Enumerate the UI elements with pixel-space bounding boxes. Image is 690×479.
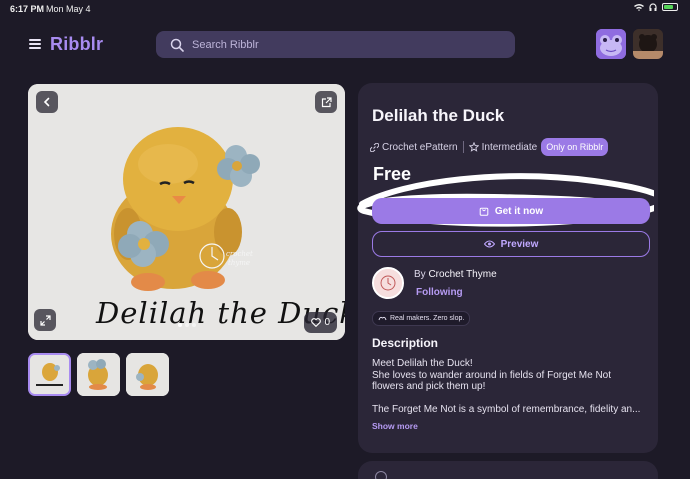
exclusive-badge: Only on Ribblr [541,138,609,156]
back-button[interactable] [36,91,58,113]
status-date: Mon May 4 [46,4,91,14]
status-icons [634,3,678,11]
description-heading: Description [372,336,439,350]
product-meta: Crochet ePattern Intermediate Only on Ri… [370,138,609,156]
status-bar: 6:17 PM Mon May 4 [0,0,690,18]
carousel-dot[interactable] [192,323,196,327]
product-image[interactable]: crochet thyme Delilah the Duck 0 [28,84,345,340]
menu-icon[interactable] [29,39,41,49]
headphones-icon [649,3,657,11]
by-prefix: By [414,269,426,280]
battery-icon [662,3,678,11]
search-icon [170,38,184,52]
external-link-icon [321,96,332,107]
link-icon [370,142,379,152]
heart-icon [311,318,322,327]
description-line: The Forget Me Not is a symbol of remembr… [372,403,641,415]
wifi-icon [634,4,644,11]
eye-icon [483,240,495,248]
preview-label: Preview [500,238,539,250]
difficulty-label: Intermediate [481,141,538,153]
tagline-badge: Real makers. Zero slop. [372,311,471,326]
expand-icon [39,314,51,326]
svg-text:crochet: crochet [226,250,253,258]
ribblr-logo[interactable]: Ribblr [50,34,103,55]
hands-icon [378,316,387,321]
notification-avatar[interactable] [596,29,626,59]
thumbnail-image [126,353,169,396]
tagline-text: Real makers. Zero slop. [390,315,465,322]
get-it-now-button[interactable]: Get it now [372,198,650,224]
difficulty-level: Intermediate [468,141,538,153]
fullscreen-button[interactable] [34,309,56,331]
preview-button[interactable]: Preview [372,231,650,257]
star-icon [468,142,479,152]
chevron-left-icon [43,97,50,107]
share-button[interactable] [315,91,337,113]
carousel-dots [178,323,196,327]
pattern-type: Crochet ePattern [370,142,458,153]
pattern-type-label: Crochet ePattern [382,141,458,153]
like-button[interactable]: 0 [304,312,337,333]
like-count: 0 [324,317,330,328]
description-line: Meet Delilah the Duck! She loves to wande… [372,358,612,392]
user-avatar[interactable] [633,29,663,59]
thumbnail-image [30,355,69,394]
description-body: Meet Delilah the Duck! She loves to wande… [372,358,644,426]
frog-icon [596,29,626,59]
thumbnail-1[interactable] [28,353,71,396]
get-it-now-label: Get it now [494,205,544,217]
secondary-card [358,461,658,479]
profile-photo-icon [633,29,663,59]
following-button[interactable]: Following [416,287,463,298]
show-more-link[interactable]: Show more [372,421,418,431]
author-name[interactable]: Crochet Thyme [428,269,496,280]
product-details-card: Delilah the Duck Crochet ePattern Interm… [357,83,658,453]
clock-logo-icon [374,269,402,297]
clock-icon [375,471,387,479]
search-input[interactable] [192,38,492,51]
carousel-dot[interactable] [185,323,189,327]
meta-divider [462,141,464,153]
thumbnail-3[interactable] [126,353,169,396]
product-title: Delilah the Duck [372,106,505,125]
thumbnail-2[interactable] [77,353,120,396]
shopping-bag-icon [479,207,489,216]
thumbnail-image [77,353,120,396]
search-bar[interactable] [156,31,515,58]
svg-text:thyme: thyme [228,259,250,267]
author-line: By Crochet Thyme [414,269,497,280]
status-time: 6:17 PM [10,4,45,14]
author-avatar[interactable] [372,267,404,299]
carousel-dot[interactable] [178,323,182,327]
